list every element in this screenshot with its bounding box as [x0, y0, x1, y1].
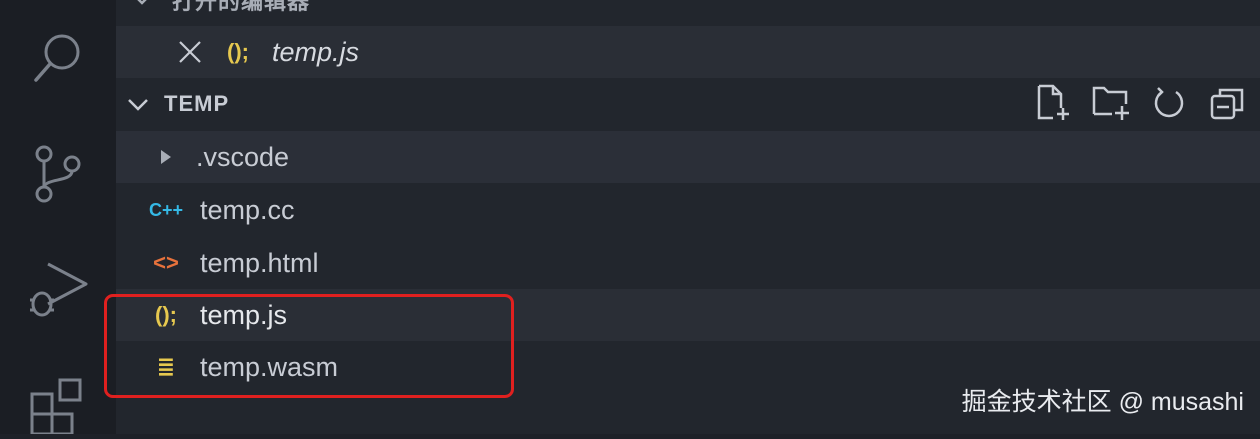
run-debug-icon[interactable]: [28, 260, 88, 320]
tree-item-label: .vscode: [196, 141, 290, 172]
collapse-all-icon[interactable]: [1208, 84, 1246, 122]
source-control-icon[interactable]: [28, 144, 88, 204]
extensions-icon[interactable]: [28, 374, 88, 436]
chevron-right-icon: [152, 143, 180, 171]
refresh-icon[interactable]: [1150, 84, 1188, 122]
search-icon[interactable]: [28, 28, 88, 88]
cpp-icon: C++: [148, 199, 184, 220]
activity-bar: [0, 0, 116, 436]
workspace-title: TEMP: [164, 91, 230, 116]
html-icon: <>: [153, 250, 179, 275]
javascript-icon: ();: [227, 39, 249, 64]
open-editor-item[interactable]: (); temp.js: [116, 26, 1260, 78]
new-file-icon[interactable]: [1034, 84, 1072, 122]
open-editor-label: temp.js: [272, 36, 360, 67]
new-folder-icon[interactable]: [1092, 84, 1130, 122]
highlight-box: [104, 294, 514, 398]
chevron-down-icon: [124, 90, 152, 118]
open-editors-title: 打开的编辑器: [172, 0, 311, 14]
tree-item-label: temp.html: [200, 247, 319, 278]
tree-item-vscode-folder[interactable]: .vscode: [116, 131, 1260, 183]
chevron-down-icon: [128, 0, 156, 14]
tree-item-temp-cc[interactable]: C++ temp.cc: [116, 184, 1260, 236]
tree-item-temp-html[interactable]: <> temp.html: [116, 237, 1260, 289]
close-icon[interactable]: [176, 38, 204, 66]
explorer-toolbar: [1034, 84, 1246, 122]
watermark: 掘金技术社区 @ musashi: [961, 388, 1244, 416]
tree-item-label: temp.cc: [200, 194, 295, 225]
open-editors-header[interactable]: 打开的编辑器: [116, 0, 1260, 22]
explorer-panel: 打开的编辑器 (); temp.js TEMP .vscode C++ temp…: [104, 0, 1260, 434]
